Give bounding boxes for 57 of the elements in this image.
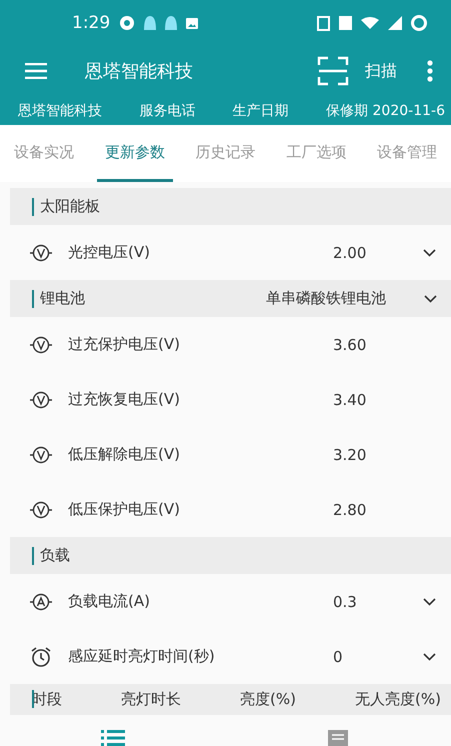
scan-icon (317, 55, 349, 87)
section-title: 负载 (40, 546, 70, 565)
parameter-label: 过充保护电压(V) (68, 335, 181, 354)
parameter-label: 低压解除电压(V) (68, 445, 181, 464)
scan-button[interactable]: 扫描 (317, 55, 397, 87)
parameter-row[interactable]: 光控电压(V) 2.00 (10, 225, 451, 280)
column-header: 亮灯时长 (121, 690, 182, 709)
parameter-value: 3.40 (333, 390, 368, 408)
parameter-value: 0.3 (333, 592, 358, 610)
parameter-row[interactable]: 负载电流(A) 0.3 (10, 574, 451, 629)
parameter-row[interactable]: 低压保护电压(V) 2.80 (10, 482, 451, 537)
parameter-label: 低压保护电压(V) (68, 500, 181, 519)
parameter-value: 2.80 (333, 500, 368, 518)
parameter-label: 光控电压(V) (68, 243, 151, 262)
parameter-label: 过充恢复电压(V) (68, 390, 181, 409)
parameter-value: 0 (333, 648, 344, 666)
wifi-icon (361, 17, 379, 29)
voltmeter-icon (30, 244, 52, 262)
parameter-value: 3.60 (333, 336, 368, 354)
info-text: 服务电话 (139, 102, 196, 120)
alarm-clock-icon (30, 646, 52, 668)
parameter-row[interactable]: 过充恢复电压(V) 3.40 (10, 372, 451, 427)
column-header: 无人亮度(%) (355, 690, 441, 709)
tab[interactable]: 更新参数 (96, 125, 173, 182)
chevron-down-icon[interactable] (423, 248, 436, 256)
chevron-down-icon[interactable] (423, 652, 436, 660)
message-icon[interactable] (328, 730, 348, 746)
parameter-label: 负载电流(A) (68, 592, 151, 611)
status-time: 1:29 (72, 13, 110, 33)
column-header: 亮度(%) (240, 690, 296, 709)
parameter-row[interactable]: 过充保护电压(V) 3.60 (10, 317, 451, 372)
circle-icon (119, 15, 136, 31)
more-icon[interactable] (427, 60, 433, 82)
ring-icon (411, 15, 427, 31)
section-title: 太阳能板 (40, 197, 100, 216)
app-title: 恩塔智能科技 (85, 60, 193, 83)
info-text: 保修期 2020-11-6 (326, 102, 445, 120)
image-icon (186, 18, 198, 28)
info-text: 生产日期 (232, 102, 289, 120)
voltmeter-icon (30, 446, 52, 464)
parameter-value: 2.00 (333, 244, 368, 262)
menu-icon[interactable] (25, 63, 47, 79)
ammeter-icon (30, 592, 52, 610)
voltmeter-icon (30, 336, 52, 354)
chevron-down-icon[interactable] (424, 294, 437, 302)
section-value: 单串磷酸铁锂电池 (266, 289, 386, 308)
parameter-value: 3.20 (333, 446, 368, 464)
voltmeter-icon (30, 390, 52, 408)
info-text: 恩塔智能科技 (18, 102, 102, 120)
section-title: 锂电池 (40, 289, 85, 308)
parameter-row[interactable]: 低压解除电压(V) 3.20 (10, 427, 451, 482)
parameter-row[interactable]: 感应延时亮灯时间(秒) 0 (10, 629, 451, 684)
chevron-down-icon[interactable] (423, 598, 436, 606)
voltmeter-icon (30, 500, 52, 518)
parameter-label: 感应延时亮灯时间(秒) (68, 647, 216, 666)
signal-icon (388, 16, 402, 30)
list-icon[interactable] (100, 730, 125, 746)
